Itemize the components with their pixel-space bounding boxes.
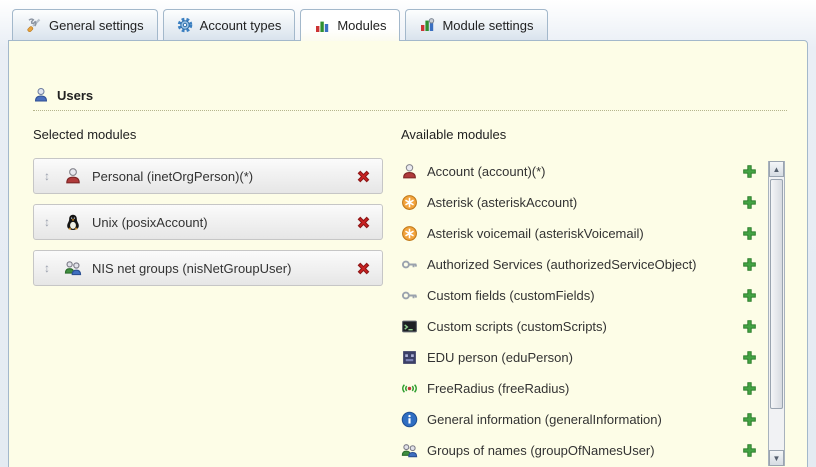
add-module-button[interactable]	[742, 226, 757, 241]
remove-module-button[interactable]	[355, 168, 372, 185]
group-icon	[64, 259, 82, 277]
drag-handle-icon[interactable]	[44, 215, 54, 229]
key-icon	[401, 287, 418, 304]
module-label: Groups of names (groupOfNamesUser)	[427, 443, 733, 458]
available-module-row: Account (account)(*)	[401, 156, 757, 187]
selected-module-row[interactable]: Personal (inetOrgPerson)(*)	[33, 158, 383, 194]
available-module-row: Authorized Services (authorizedServiceOb…	[401, 249, 757, 280]
remove-module-button[interactable]	[355, 260, 372, 277]
scroll-up-icon[interactable]	[769, 161, 784, 177]
asterisk-icon	[401, 225, 418, 242]
selected-modules-column: Selected modules Personal (inetOrgPerson…	[33, 127, 383, 296]
add-module-button[interactable]	[742, 288, 757, 303]
available-module-row: Groups of names (groupOfNamesUser)	[401, 435, 757, 466]
tab-account-types[interactable]: Account types	[163, 9, 296, 40]
module-label: Account (account)(*)	[427, 164, 733, 179]
gear-icon	[177, 17, 193, 33]
person-icon	[64, 167, 82, 185]
asterisk-icon	[401, 194, 418, 211]
red-x-icon	[355, 214, 372, 231]
module-label: Personal (inetOrgPerson)(*)	[92, 169, 345, 184]
selected-modules-heading: Selected modules	[33, 127, 383, 142]
available-module-row: EDU person (eduPerson)	[401, 342, 757, 373]
green-plus-icon	[742, 319, 757, 334]
green-plus-icon	[742, 412, 757, 427]
selected-module-row[interactable]: NIS net groups (nisNetGroupUser)	[33, 250, 383, 286]
available-module-row: Custom fields (customFields)	[401, 280, 757, 311]
tab-label: General settings	[49, 18, 144, 33]
available-modules-list: Account (account)(*) Asterisk (asteriskA…	[401, 156, 785, 466]
info-icon	[401, 411, 418, 428]
red-x-icon	[355, 260, 372, 277]
tools-icon	[26, 17, 42, 33]
add-module-button[interactable]	[742, 350, 757, 365]
selected-module-row[interactable]: Unix (posixAccount)	[33, 204, 383, 240]
add-module-button[interactable]	[742, 412, 757, 427]
antenna-icon	[401, 380, 418, 397]
tab-label: Module settings	[442, 18, 533, 33]
available-module-row: Custom scripts (customScripts)	[401, 311, 757, 342]
module-settings-chart-icon	[419, 17, 435, 33]
tab-bar: General settings Account types Modules M…	[12, 9, 548, 41]
available-modules-heading: Available modules	[401, 127, 785, 142]
green-plus-icon	[742, 381, 757, 396]
add-module-button[interactable]	[742, 195, 757, 210]
module-label: Custom fields (customFields)	[427, 288, 733, 303]
users-section-title: Users	[57, 88, 93, 103]
tab-modules[interactable]: Modules	[300, 9, 400, 41]
module-label: Custom scripts (customScripts)	[427, 319, 733, 334]
available-module-row: General information (generalInformation)	[401, 404, 757, 435]
red-x-icon	[355, 168, 372, 185]
green-plus-icon	[742, 350, 757, 365]
add-module-button[interactable]	[742, 257, 757, 272]
add-module-button[interactable]	[742, 443, 757, 458]
scrollbar-thumb[interactable]	[770, 179, 783, 409]
module-label: General information (generalInformation)	[427, 412, 733, 427]
green-plus-icon	[742, 288, 757, 303]
available-module-row: Asterisk voicemail (asteriskVoicemail)	[401, 218, 757, 249]
add-module-button[interactable]	[742, 164, 757, 179]
person-icon	[401, 163, 418, 180]
available-modules-column: Available modules Account (account)(*) A…	[401, 127, 785, 466]
tab-module-settings[interactable]: Module settings	[405, 9, 547, 40]
pixel-face-icon	[401, 349, 418, 366]
green-plus-icon	[742, 257, 757, 272]
green-plus-icon	[742, 164, 757, 179]
green-plus-icon	[742, 226, 757, 241]
scroll-down-icon[interactable]	[769, 450, 784, 466]
modules-panel: Users Selected modules Personal (inetOrg…	[8, 40, 808, 467]
tab-general-settings[interactable]: General settings	[12, 9, 158, 40]
green-plus-icon	[742, 195, 757, 210]
tab-label: Modules	[337, 18, 386, 33]
module-label: Asterisk (asteriskAccount)	[427, 195, 733, 210]
drag-handle-icon[interactable]	[44, 261, 54, 275]
green-plus-icon	[742, 443, 757, 458]
terminal-icon	[401, 318, 418, 335]
available-module-row: Asterisk (asteriskAccount)	[401, 187, 757, 218]
available-module-row: FreeRadius (freeRadius)	[401, 373, 757, 404]
tux-penguin-icon	[64, 213, 82, 231]
add-module-button[interactable]	[742, 381, 757, 396]
module-label: FreeRadius (freeRadius)	[427, 381, 733, 396]
module-label: Unix (posixAccount)	[92, 215, 345, 230]
remove-module-button[interactable]	[355, 214, 372, 231]
add-module-button[interactable]	[742, 319, 757, 334]
users-section-heading: Users	[33, 87, 787, 111]
drag-handle-icon[interactable]	[44, 169, 54, 183]
key-icon	[401, 256, 418, 273]
module-label: Authorized Services (authorizedServiceOb…	[427, 257, 733, 272]
module-label: NIS net groups (nisNetGroupUser)	[92, 261, 345, 276]
module-label: Asterisk voicemail (asteriskVoicemail)	[427, 226, 733, 241]
tab-label: Account types	[200, 18, 282, 33]
user-icon	[33, 87, 49, 103]
group-icon	[401, 442, 418, 459]
module-label: EDU person (eduPerson)	[427, 350, 733, 365]
modules-chart-icon	[314, 18, 330, 34]
available-modules-scrollbar[interactable]	[768, 161, 785, 466]
